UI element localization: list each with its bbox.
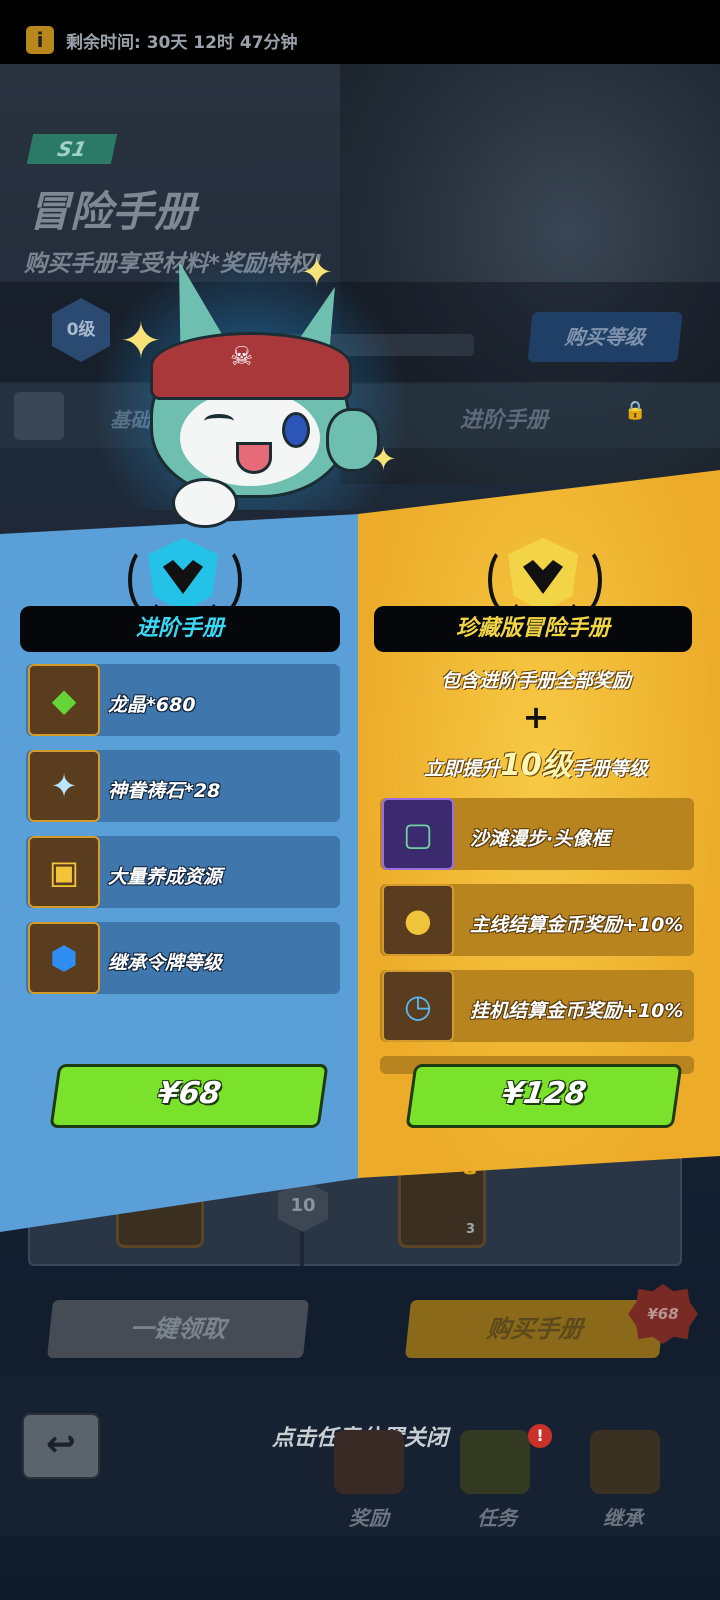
beach-avatar-frame-icon: ▢ (382, 798, 454, 870)
gold-coin-bag-icon: ● (382, 884, 454, 956)
claim-all-button[interactable]: 一键领取 (46, 1300, 310, 1358)
reward-label: 神眷祷石*28 (108, 780, 221, 802)
price-tag-badge: ¥68 (628, 1284, 698, 1344)
green-crystal-icon: ◆ (28, 664, 100, 736)
tab-advanced[interactable]: 进阶手册 (460, 402, 548, 434)
advanced-book-title: 进阶手册 (20, 606, 340, 652)
task-box-icon[interactable] (460, 1430, 530, 1494)
plus-icon: + (522, 698, 550, 736)
lock-icon: 🔒 (624, 400, 647, 421)
premium-includes-text: 包含进阶手册全部奖励 (440, 670, 631, 692)
buy-advanced-button[interactable]: ¥68 (49, 1064, 329, 1128)
eye-icon (282, 412, 310, 448)
reward-label: 大量养成资源 (108, 866, 223, 888)
nav-task-label[interactable]: 任务 (452, 1502, 542, 1531)
reward-label: 挂机结算金币奖励+10% (470, 1000, 684, 1022)
info-icon[interactable]: i (26, 26, 54, 54)
blessing-stone-icon: ✦ (28, 750, 100, 822)
shop-icon[interactable] (334, 1430, 404, 1494)
clock-coins-icon: ◷ (382, 970, 454, 1042)
nav-reward-label[interactable]: 奖励 (324, 1502, 414, 1531)
tab-basic-icon[interactable] (14, 392, 64, 440)
reward-label: 龙晶*680 (108, 694, 196, 716)
sparkle-icon: ✦ (120, 312, 162, 370)
reward-label: 继承令牌等级 (108, 952, 223, 974)
treasure-chest-icon: ▣ (28, 836, 100, 908)
premium-book-title: 珍藏版冒险手册 (374, 606, 692, 652)
wink-eye-icon (204, 414, 234, 428)
treasure-chest-icon[interactable] (590, 1430, 660, 1494)
reward-slot-count: 3 (466, 1222, 476, 1237)
season-badge: S1 (26, 134, 118, 164)
reward-label: 沙滩漫步·头像框 (470, 828, 611, 850)
buy-book-button[interactable]: 购买手册 (404, 1300, 666, 1358)
blue-hexagon-token-icon: ⬢ (28, 922, 100, 994)
instant-level: 10级 (500, 748, 572, 783)
page-title: 冒险手册 (28, 187, 197, 236)
time-remaining-text: 剩余时间: 30天 12时 47分钟 (66, 33, 298, 53)
task-alert-badge: ! (528, 1424, 552, 1448)
reward-label: 主线结算金币奖励+10% (470, 914, 684, 936)
mouth-icon (236, 442, 272, 474)
instant-prefix: 立即提升 (424, 758, 501, 780)
instant-suffix: 手册等级 (571, 758, 648, 780)
sparkle-icon: ✦ (300, 250, 334, 296)
nav-inherit-label[interactable]: 继承 (578, 1502, 668, 1531)
buy-premium-button[interactable]: ¥128 (405, 1064, 683, 1128)
premium-instant-level: 立即提升10级手册等级 (380, 740, 692, 784)
skull-mark-icon: ☠ (230, 342, 254, 372)
sparkle-icon: ✦ (370, 440, 397, 478)
buy-level-button[interactable]: 购买等级 (527, 312, 683, 362)
paw-icon (172, 478, 238, 528)
